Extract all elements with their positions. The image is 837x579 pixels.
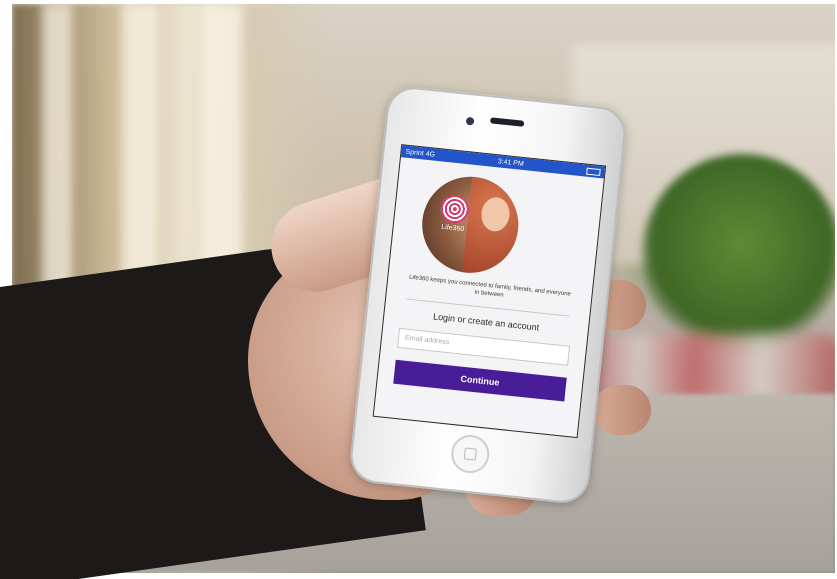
status-bar: Sprint 4G 3:41 PM [400,145,606,179]
brand-name: Life360 [440,223,465,234]
life360-logo-icon [439,193,471,225]
blurred-tree [642,154,835,354]
front-camera-icon [465,116,475,126]
hero-photo-circle: Life360 [417,172,523,278]
life360-logo: Life360 [428,193,482,235]
finger [593,385,651,435]
home-button-icon[interactable] [449,433,492,475]
email-field[interactable]: Email address [396,327,571,366]
photo-frame: Sprint 4G 3:41 PM Life360 Life360 keeps … [0,0,837,579]
home-button-square [463,447,477,461]
battery-icon [586,167,601,176]
earpiece-speaker [489,117,525,127]
carrier-label: Sprint 4G [405,148,436,159]
smartphone: Sprint 4G 3:41 PM Life360 Life360 keeps … [347,84,629,506]
status-time: 3:41 PM [497,157,525,168]
phone-screen: Sprint 4G 3:41 PM Life360 Life360 keeps … [372,144,607,439]
continue-button[interactable]: Continue [393,359,567,402]
